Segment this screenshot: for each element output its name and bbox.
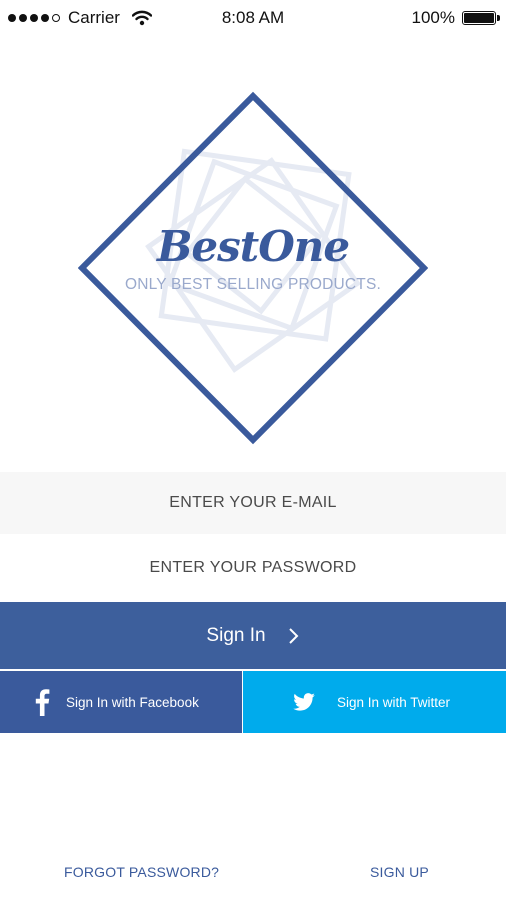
brand-title: BestOne	[156, 222, 350, 271]
password-field[interactable]: ENTER YOUR PASSWORD	[0, 536, 506, 600]
sign-in-label: Sign In	[206, 624, 266, 646]
brand-tagline: ONLY BEST SELLING PRODUCTS.	[124, 276, 382, 293]
battery-icon	[462, 11, 500, 25]
sign-in-button[interactable]: Sign In	[0, 602, 506, 669]
email-placeholder: ENTER YOUR E-MAIL	[169, 494, 337, 511]
logo: BestOne ONLY BEST SELLING PRODUCTS.	[0, 90, 506, 446]
status-right: 100%	[411, 0, 500, 36]
chevron-right-icon	[288, 627, 300, 645]
sign-up-link[interactable]: SIGN UP	[370, 864, 429, 880]
email-field[interactable]: ENTER YOUR E-MAIL	[0, 472, 506, 534]
facebook-sign-in-label: Sign In with Facebook	[66, 694, 199, 710]
twitter-sign-in-button[interactable]: Sign In with Twitter	[243, 671, 506, 733]
battery-fill	[464, 13, 494, 23]
facebook-icon	[34, 688, 50, 716]
twitter-icon	[293, 693, 315, 711]
facebook-sign-in-button[interactable]: Sign In with Facebook	[0, 671, 242, 733]
status-bar: Carrier 8:08 AM 100%	[0, 0, 506, 36]
password-placeholder: ENTER YOUR PASSWORD	[149, 559, 357, 576]
forgot-password-link[interactable]: FORGOT PASSWORD?	[64, 864, 219, 880]
battery-percentage: 100%	[411, 8, 455, 27]
twitter-sign-in-label: Sign In with Twitter	[337, 694, 451, 710]
